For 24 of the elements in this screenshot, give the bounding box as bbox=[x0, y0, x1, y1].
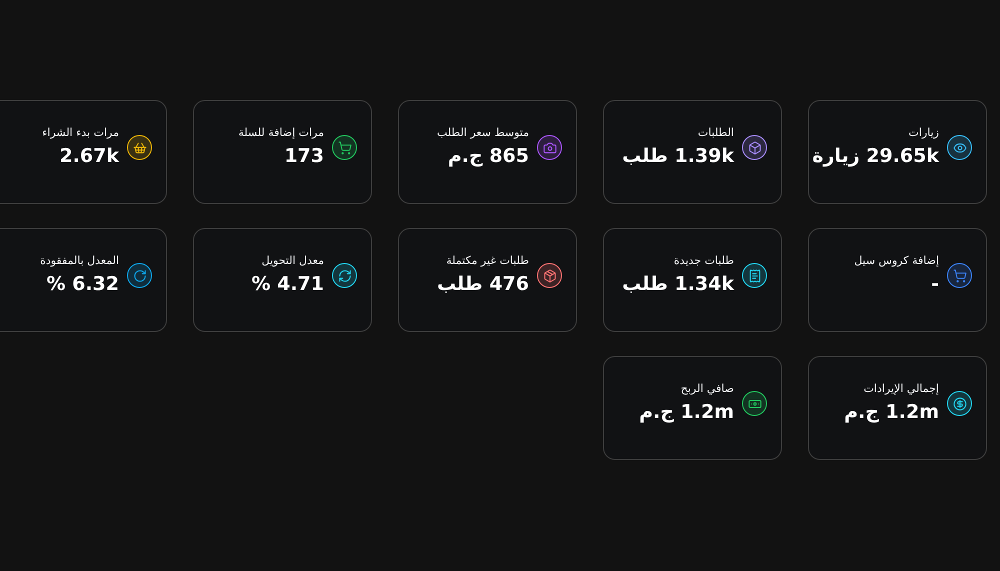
stat-value: 2.67k bbox=[58, 144, 119, 168]
stat-value: 29.65k زيارة bbox=[812, 144, 939, 168]
stat-value: 865 ج.م bbox=[446, 144, 529, 168]
stat-label: متوسط سعر الطلب bbox=[436, 125, 529, 141]
stat-label: الطلبات bbox=[696, 125, 734, 141]
stat-value: 1.34k طلب bbox=[622, 272, 734, 296]
stat-label: المعدل بالمفقودة bbox=[40, 253, 119, 269]
stat-value: 4.71 % bbox=[251, 272, 324, 296]
stat-label: صافي الربح bbox=[680, 381, 734, 397]
stat-value: 1.2m ج.م bbox=[639, 400, 734, 424]
stat-label: مرات إضافة للسلة bbox=[238, 125, 324, 141]
stat-value: 6.32 % bbox=[45, 272, 119, 296]
stat-value: 173 bbox=[283, 144, 324, 168]
stat-label: طلبات جديدة bbox=[672, 253, 734, 269]
stat-value: 476 طلب bbox=[436, 272, 529, 296]
stat-label: معدل التحويل bbox=[260, 253, 324, 269]
stat-value: 1.39k طلب bbox=[622, 144, 734, 168]
stat-label: طلبات غير مكتملة bbox=[445, 253, 529, 269]
stat-value: - bbox=[930, 272, 939, 296]
stat-value: 1.2m ج.م bbox=[844, 400, 939, 424]
stat-label: زيارات bbox=[908, 125, 939, 141]
stat-label: إضافة كروس سيل bbox=[854, 253, 939, 269]
stat-label: مرات بدء الشراء bbox=[42, 125, 119, 141]
stat-label: إجمالي الإيرادات bbox=[862, 381, 939, 397]
